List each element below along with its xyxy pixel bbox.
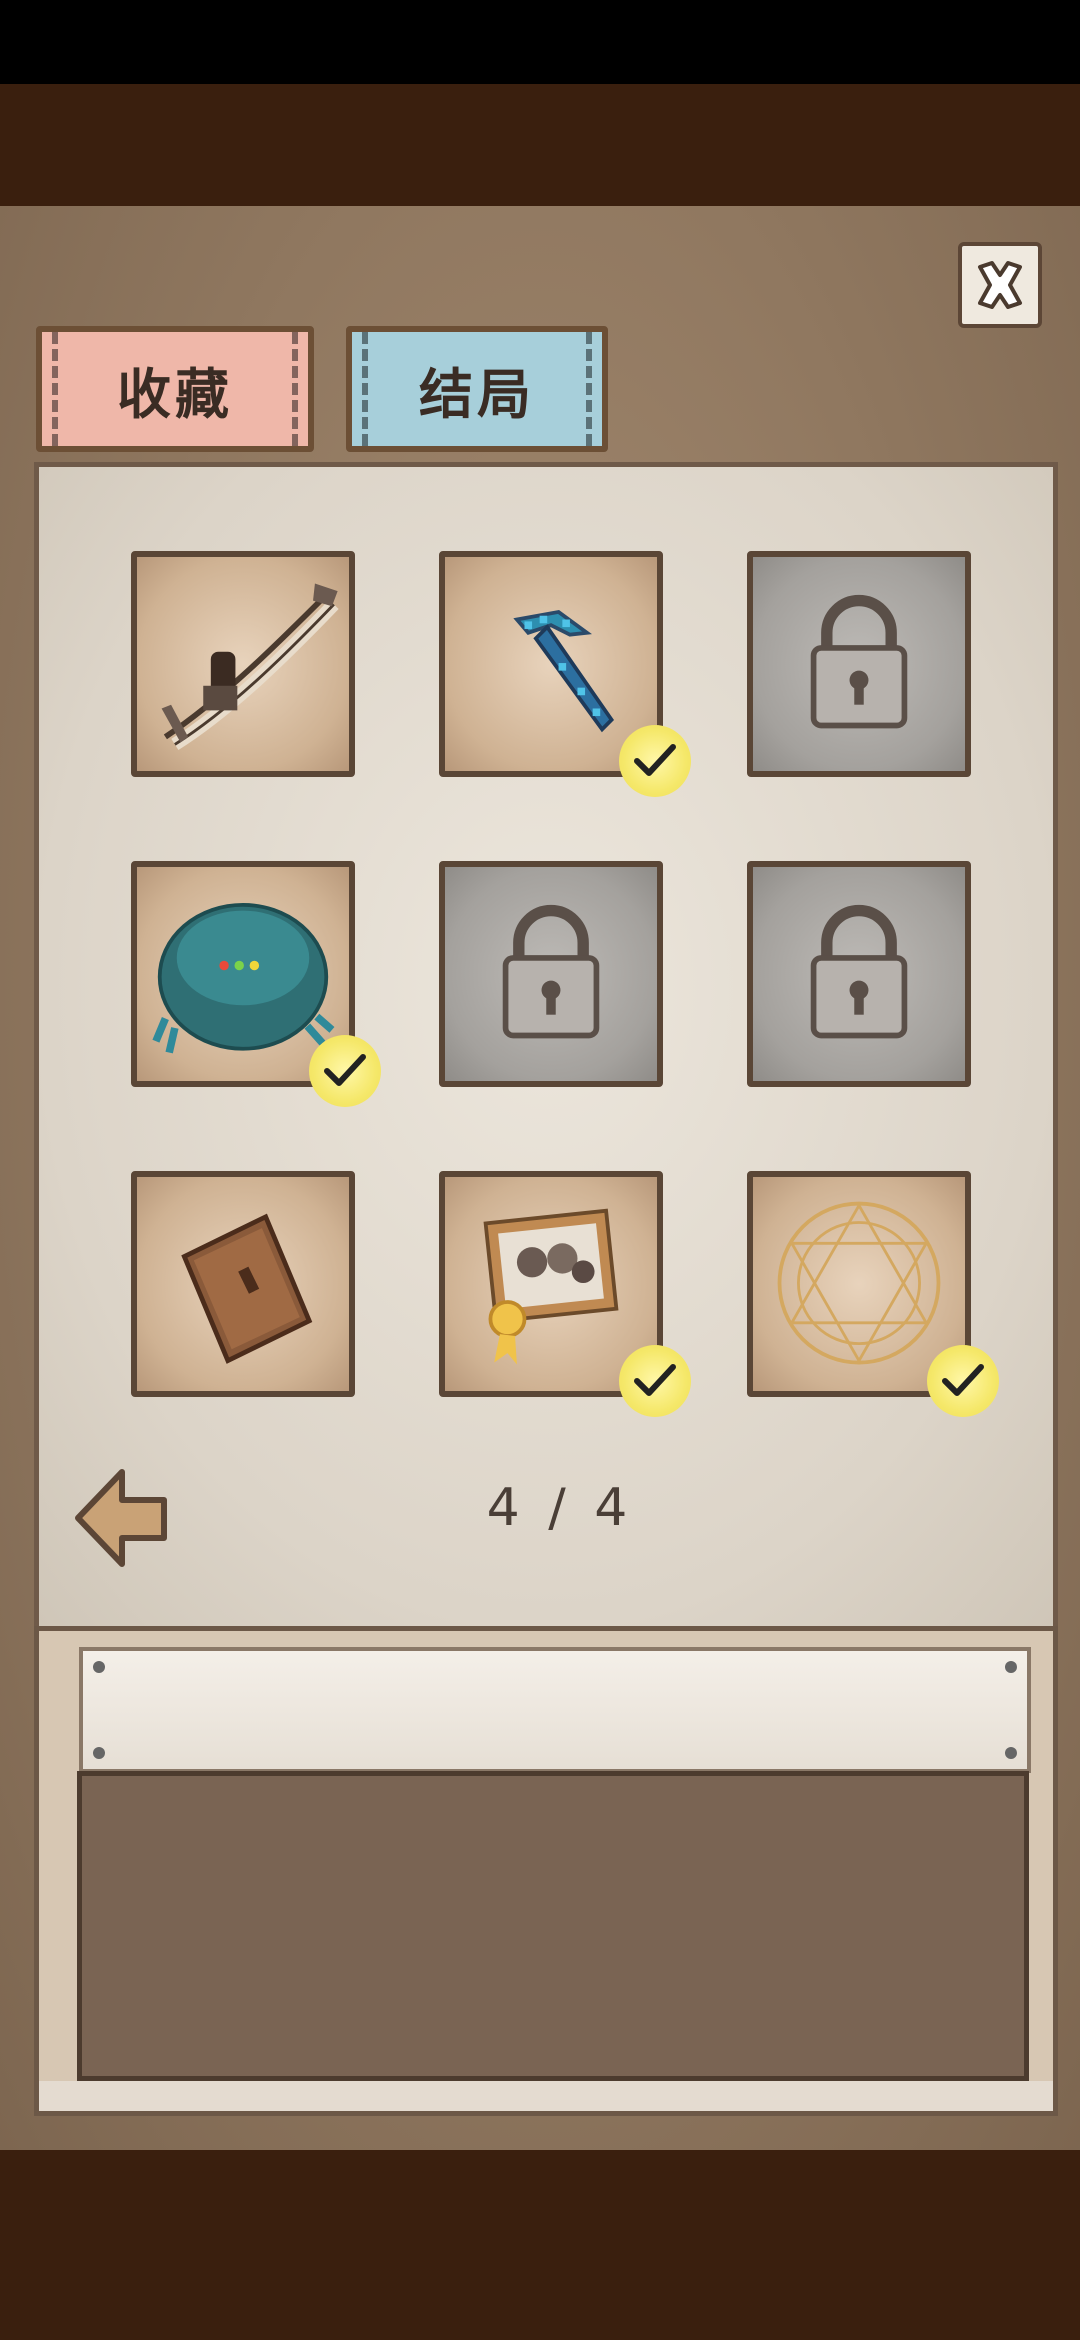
collection-slot-locked-3[interactable] [747, 861, 971, 1087]
back-arrow-icon [75, 1469, 167, 1567]
status-bar [0, 0, 1080, 84]
check-badge-award-photo [619, 1345, 691, 1417]
collection-slot-crossbow[interactable] [131, 551, 355, 777]
wooden-door-icon [181, 1213, 313, 1364]
close-button[interactable] [958, 242, 1042, 328]
description-paper [79, 1647, 1031, 1773]
check-badge-pickaxe [619, 725, 691, 797]
rivet [1005, 1661, 1017, 1673]
check-badge-icon [942, 1364, 984, 1396]
tab-endings-label: 结局 [362, 332, 592, 446]
collection-screen: 收藏 结局 4 / 4 [0, 0, 1080, 2340]
board-base [39, 2081, 1053, 2111]
lock-icon [810, 594, 908, 729]
tab-collection[interactable]: 收藏 [36, 326, 314, 452]
bottom-border-band [0, 2150, 1080, 2340]
collection-slot-door[interactable] [131, 1171, 355, 1397]
page-total: 4 [594, 1478, 634, 1538]
lock-icon [810, 904, 908, 1039]
check-badge-icon [634, 1364, 676, 1396]
check-badge-icon [324, 1054, 366, 1086]
description-board [34, 1626, 1058, 2116]
page-separator: / [548, 1478, 572, 1538]
back-arrow-button[interactable] [74, 1466, 170, 1572]
check-badge-magic-circle [927, 1345, 999, 1417]
rivet [93, 1661, 105, 1673]
rivet [1005, 1747, 1017, 1759]
close-icon [978, 261, 1022, 309]
check-badge-robot-vacuum [309, 1035, 381, 1107]
crossbow-icon [161, 583, 339, 751]
page-indicator: 4 / 4 [420, 1478, 700, 1558]
collection-slot-locked-1[interactable] [747, 551, 971, 777]
check-badge-icon [634, 744, 676, 776]
tab-collection-label: 收藏 [52, 332, 298, 446]
lock-icon [502, 904, 600, 1039]
collection-slot-locked-2[interactable] [439, 861, 663, 1087]
rivet [93, 1747, 105, 1759]
description-area [77, 1771, 1029, 2081]
collection-grid-panel [34, 462, 1058, 1632]
page-current: 4 [486, 1478, 526, 1538]
tab-endings[interactable]: 结局 [346, 326, 608, 452]
top-border-band [0, 84, 1080, 206]
